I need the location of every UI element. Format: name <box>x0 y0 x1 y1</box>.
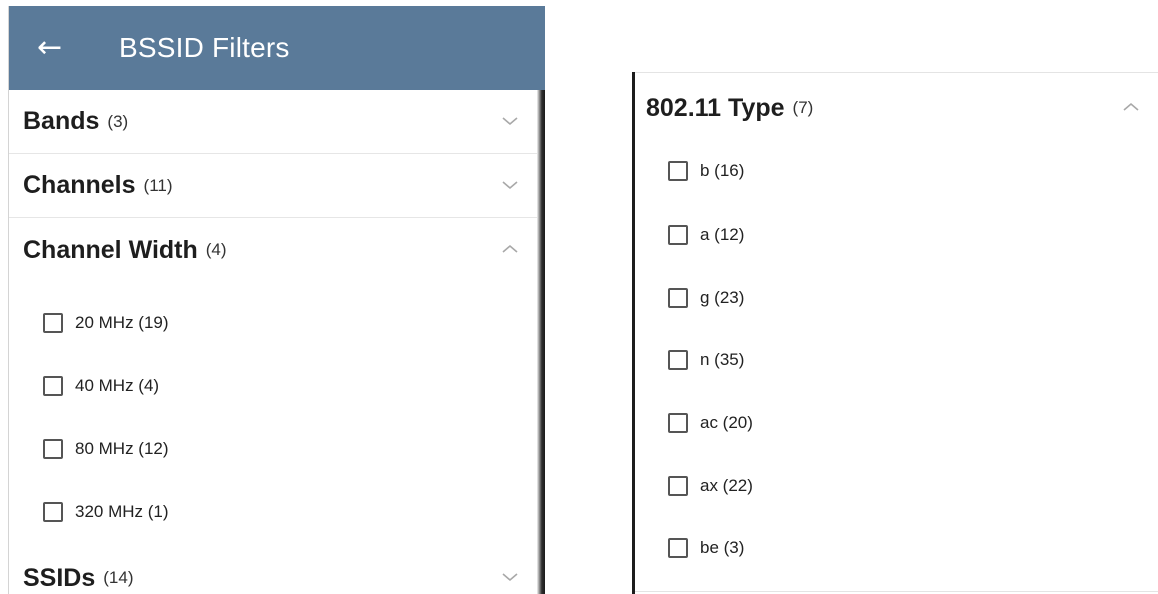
option-20-mhz[interactable]: 20 MHz (19) <box>43 303 523 343</box>
chevron-down-icon[interactable] <box>501 112 519 130</box>
section-count: (11) <box>143 175 173 195</box>
section-count: (7) <box>792 98 814 117</box>
divider <box>632 72 635 594</box>
checkbox[interactable] <box>668 350 688 370</box>
option-ac[interactable]: ac (20) <box>668 403 1148 443</box>
section-title: SSIDs <box>23 563 96 592</box>
option-320-mhz[interactable]: 320 MHz (1) <box>43 492 523 532</box>
checkbox[interactable] <box>43 439 63 459</box>
section-title: Bands <box>23 107 100 135</box>
section-title: Channels <box>23 171 136 199</box>
app-bar: ← BSSID Filters <box>9 6 545 90</box>
chevron-up-icon[interactable] <box>1122 98 1140 116</box>
option-ax[interactable]: ax (22) <box>668 466 1148 506</box>
chevron-down-icon[interactable] <box>501 176 519 194</box>
checkbox[interactable] <box>43 313 63 333</box>
option-n[interactable]: n (35) <box>668 340 1148 380</box>
checkbox[interactable] <box>668 161 688 181</box>
section-bands[interactable]: Bands (3) <box>9 90 537 154</box>
option-label: be (3) <box>700 538 745 557</box>
option-label: a (12) <box>700 225 745 244</box>
option-g[interactable]: g (23) <box>668 278 1148 318</box>
option-a[interactable]: a (12) <box>668 215 1148 255</box>
section-channel-width[interactable]: Channel Width (4) <box>9 218 537 282</box>
option-b[interactable]: b (16) <box>668 151 1148 191</box>
checkbox[interactable] <box>43 376 63 396</box>
section-title: Channel Width <box>23 235 198 264</box>
checkbox[interactable] <box>668 538 688 558</box>
option-label: g (23) <box>700 288 745 307</box>
chevron-up-icon[interactable] <box>501 240 519 258</box>
option-be[interactable]: be (3) <box>668 528 1148 568</box>
checkbox[interactable] <box>668 288 688 308</box>
chevron-down-icon[interactable] <box>501 568 519 586</box>
scrollbar[interactable] <box>537 90 545 594</box>
option-label: ac (20) <box>700 413 753 432</box>
option-80-mhz[interactable]: 80 MHz (12) <box>43 429 523 469</box>
type-filter-panel: 802.11 Type (7) b (16) a (12) g (23) n (… <box>632 72 1158 594</box>
page-title: BSSID Filters <box>119 32 290 63</box>
checkbox[interactable] <box>668 476 688 496</box>
option-label: 40 MHz (4) <box>75 376 160 395</box>
divider <box>635 591 1158 592</box>
bssid-filters-panel: ← BSSID Filters Bands (3) Channels (11) … <box>8 6 545 594</box>
section-channels[interactable]: Channels (11) <box>9 154 537 218</box>
section-802-11-type[interactable]: 802.11 Type (7) <box>646 88 813 128</box>
section-count: (3) <box>107 111 129 131</box>
option-label: ax (22) <box>700 476 753 495</box>
checkbox[interactable] <box>668 225 688 245</box>
section-ssids[interactable]: SSIDs (14) <box>9 546 537 594</box>
divider <box>635 72 1158 73</box>
checkbox[interactable] <box>668 413 688 433</box>
option-label: 320 MHz (1) <box>75 502 169 521</box>
option-label: 20 MHz (19) <box>75 313 169 332</box>
checkbox[interactable] <box>43 502 63 522</box>
option-label: b (16) <box>700 161 745 180</box>
section-count: (14) <box>103 568 134 587</box>
option-label: n (35) <box>700 350 745 369</box>
option-label: 80 MHz (12) <box>75 439 169 458</box>
option-40-mhz[interactable]: 40 MHz (4) <box>43 366 523 406</box>
section-title: 802.11 Type <box>646 93 785 122</box>
section-count: (4) <box>205 240 227 259</box>
arrow-left-icon[interactable]: ← <box>37 33 97 63</box>
